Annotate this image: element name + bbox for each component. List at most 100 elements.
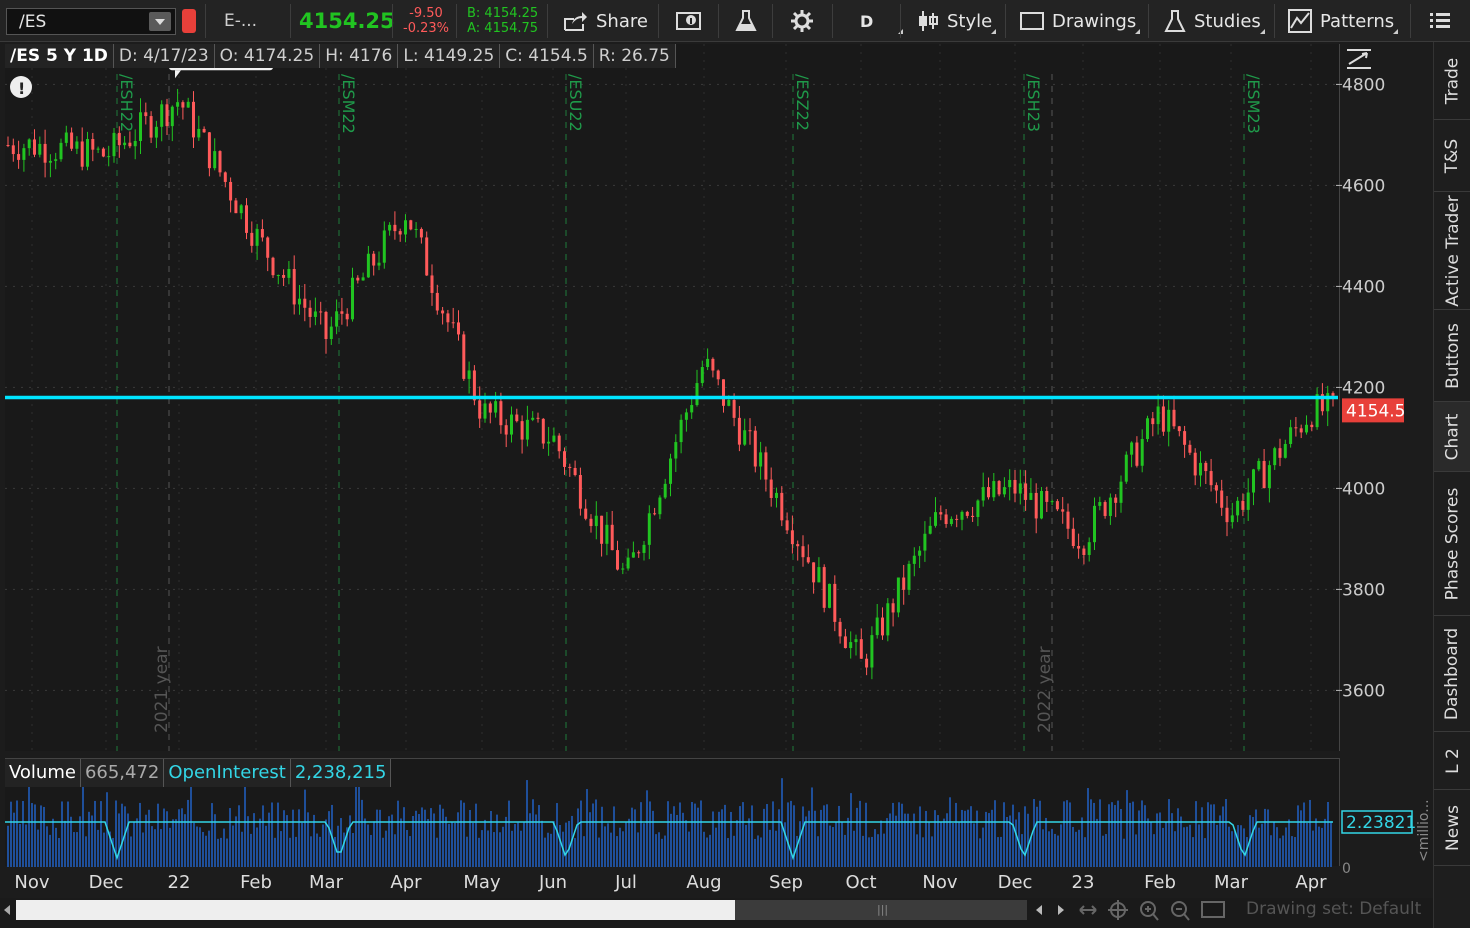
settings-button[interactable] (790, 0, 814, 42)
candle-body (859, 639, 863, 659)
candle-body (298, 298, 301, 305)
sidebar-tab-label: Trade (1442, 57, 1463, 104)
share-label: Share (596, 10, 648, 32)
time-tick-label: May (463, 872, 501, 893)
candle-body (1055, 501, 1059, 510)
share-button[interactable]: Share (562, 0, 648, 42)
candle-body (642, 544, 646, 553)
candle-body (939, 512, 943, 515)
sidebar-tab-dashboard[interactable]: Dashboard (1434, 616, 1470, 732)
candle-body (366, 253, 370, 278)
scroll-left-button[interactable] (4, 905, 10, 915)
alert-flag-icon[interactable] (182, 9, 196, 33)
price-chart[interactable]: 3600 3800 4000 4200 4400 4600 4800/ESH22/ESM22… (0, 44, 1430, 751)
candle-body (1050, 501, 1054, 503)
info-low: L: 4149.25 (398, 44, 501, 68)
style-button[interactable]: Style (916, 0, 997, 42)
candle-body (260, 229, 264, 238)
candle-body (971, 515, 975, 517)
sidebar-tab-label: Dashboard (1442, 627, 1463, 720)
open-interest-value: 2,238,215 (290, 759, 392, 787)
candle-body (616, 550, 619, 570)
candle-body (165, 104, 169, 127)
candle-body (6, 145, 10, 146)
candle-body (753, 430, 757, 467)
ask-value: A: 4154.75 (467, 21, 539, 36)
candle-body (769, 479, 773, 498)
patterns-button[interactable]: Patterns (1288, 0, 1399, 42)
candle-body (891, 603, 895, 613)
candle-body (48, 160, 52, 163)
symbol-dropdown-icon[interactable] (149, 12, 171, 31)
flask-icon (735, 10, 757, 31)
candle-body (700, 367, 704, 384)
alert-icon[interactable]: ! (10, 76, 32, 98)
candle-body (419, 228, 423, 238)
candle-body (117, 132, 121, 146)
candle-body (965, 511, 969, 516)
candle-body (1082, 548, 1086, 555)
candle-body (536, 417, 540, 419)
candle-body (101, 148, 105, 157)
candle-body (1193, 452, 1197, 476)
chart-scrollbar[interactable]: ||| Drawing set: Default (0, 898, 1433, 928)
candle-body (1209, 471, 1213, 486)
price-scale-icon[interactable] (1345, 46, 1373, 72)
time-tick-label: Oct (845, 872, 876, 893)
candle-body (1273, 448, 1277, 466)
candle-body (578, 475, 582, 509)
candle-body (806, 557, 810, 563)
data-box-button[interactable] (676, 0, 702, 42)
sidebar-tab-t-s[interactable]: T&S (1434, 120, 1470, 192)
scroll-next-button[interactable] (1058, 905, 1064, 915)
candle-body (621, 568, 625, 570)
candle-body (637, 552, 641, 554)
drawings-label: Drawings (1052, 10, 1137, 32)
sidebar-tab-chart[interactable]: Chart (1434, 402, 1470, 472)
candle-body (928, 525, 932, 534)
candle-body (896, 577, 900, 613)
candle-body (727, 400, 731, 406)
price-tick-label: 4400 (1342, 277, 1385, 297)
candle-body (287, 269, 291, 278)
drawing-set-label[interactable]: Drawing set: Default (1246, 899, 1421, 919)
candle-body (563, 451, 566, 467)
sidebar-tab-l-2[interactable]: L 2 (1434, 732, 1470, 790)
symbol-input[interactable]: /ES (6, 8, 176, 35)
sidebar-tab-active-trader[interactable]: Active Trader (1434, 192, 1470, 310)
scroll-thumb[interactable]: ||| (735, 900, 1027, 920)
candle-body (499, 401, 503, 426)
candle-body (1252, 469, 1255, 493)
sidebar-tab-news[interactable]: News (1434, 790, 1470, 866)
candle-body (1029, 492, 1033, 500)
thinkscript-lab-button[interactable] (734, 0, 758, 42)
time-tick-label: Dec (89, 872, 124, 893)
sidebar-tab-label: Active Trader (1442, 194, 1463, 307)
scroll-prev-button[interactable] (1036, 905, 1042, 915)
candle-body (1071, 528, 1075, 547)
sidebar-tab-phase-scores[interactable]: Phase Scores (1434, 472, 1470, 616)
candle-body (626, 557, 630, 569)
time-tick-label: 22 (168, 872, 191, 893)
drawings-button[interactable]: Drawings (1020, 0, 1141, 42)
candle-body (949, 518, 953, 525)
candle-body (414, 228, 418, 230)
candle-body (653, 513, 657, 515)
price-chart-pane[interactable]: 3600 3800 4000 4200 4400 4600 4800/ESH22/ESM22… (5, 44, 1405, 751)
candle-body (1008, 479, 1012, 488)
candle-body (276, 275, 280, 277)
menu-button[interactable] (1430, 0, 1450, 42)
candle-body (658, 497, 662, 515)
candle-body (441, 310, 445, 314)
chart-tools-icons[interactable] (1076, 898, 1236, 924)
candle-body (213, 151, 217, 169)
candle-body (1040, 490, 1043, 519)
studies-button[interactable]: Studies (1164, 0, 1265, 42)
candle-body (229, 181, 233, 201)
candle-body (1220, 490, 1224, 508)
candle-body (557, 435, 561, 452)
period-button[interactable]: D (860, 0, 904, 42)
candle-body (923, 533, 927, 551)
sidebar-tab-buttons[interactable]: Buttons (1434, 310, 1470, 402)
sidebar-tab-trade[interactable]: Trade (1434, 42, 1470, 120)
